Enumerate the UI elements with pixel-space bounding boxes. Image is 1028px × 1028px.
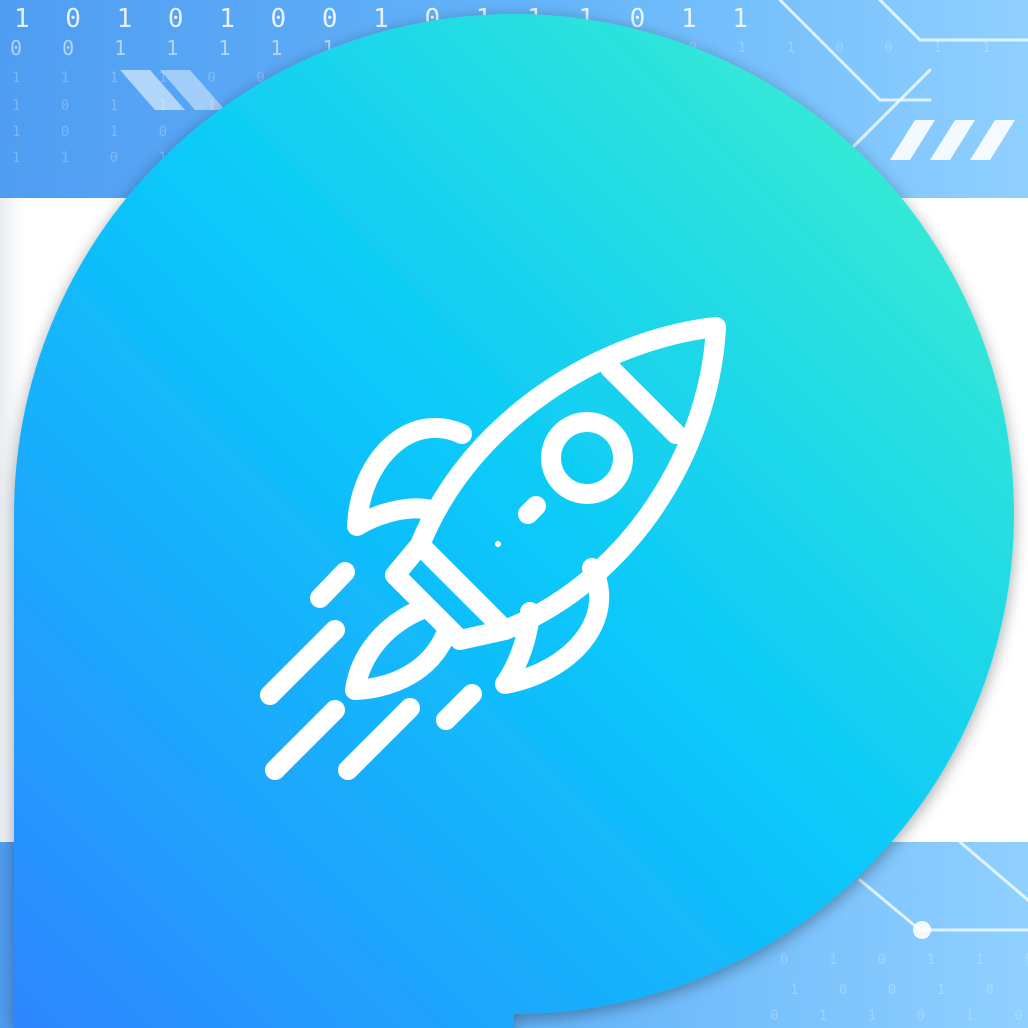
speed-line: [310, 562, 355, 608]
speed-line: [265, 700, 345, 780]
speed-line: [436, 684, 482, 730]
rocket-icon: [260, 317, 726, 780]
rocket-port: [518, 496, 546, 524]
rocket-nozzle-band: [385, 535, 515, 650]
rocket-badge-graphic: 1 0 1 0 1 0 0 1 0 1 1 1 0 1 1 0 0 1 1 1 …: [0, 0, 1028, 1028]
speed-line: [260, 620, 345, 705]
rocket-dot: [495, 541, 501, 547]
speed-line: [338, 698, 420, 780]
rocket-window: [541, 412, 633, 504]
rocket-nose-band: [600, 358, 686, 444]
